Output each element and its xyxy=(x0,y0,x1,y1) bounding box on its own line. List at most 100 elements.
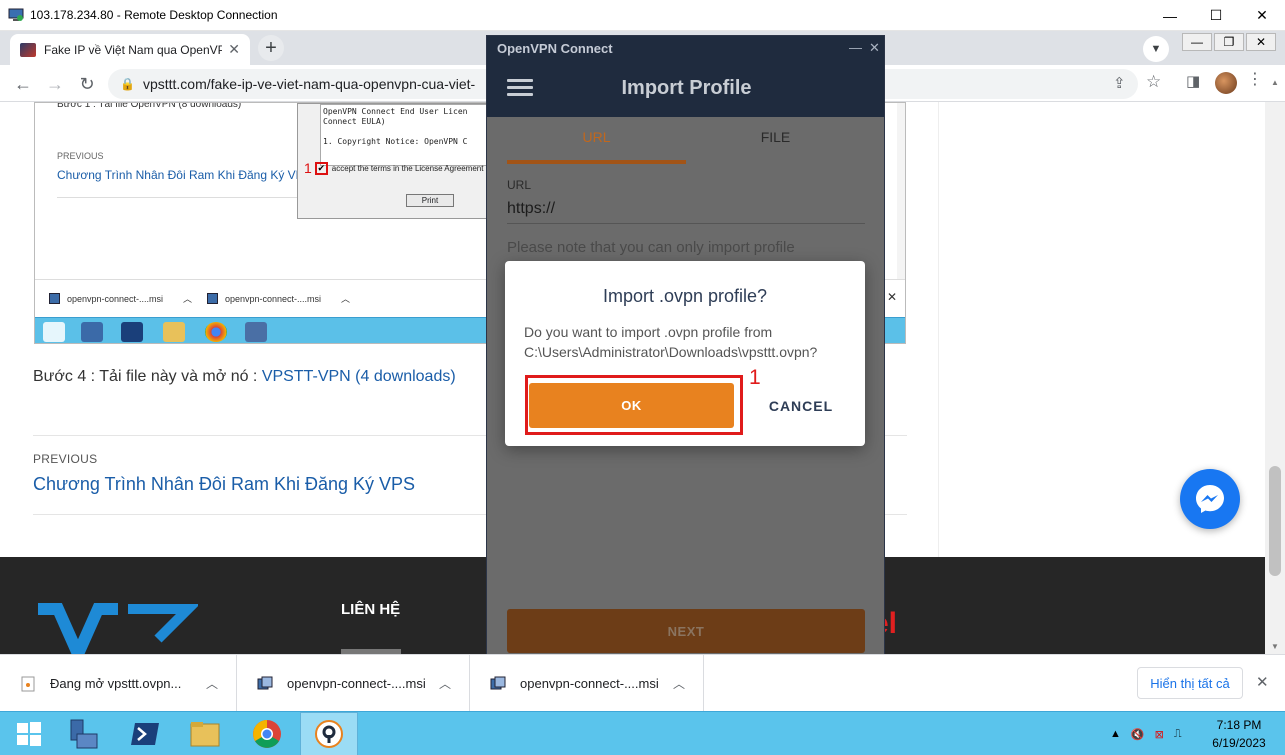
tray-overflow-icon[interactable]: ▲ xyxy=(1110,728,1121,740)
chevron-up-icon[interactable]: ︿ xyxy=(439,675,451,692)
clock-time: 7:18 PM xyxy=(1216,718,1262,732)
step4-download-link[interactable]: VPSTT-VPN (4 downloads) xyxy=(262,368,456,385)
openvpn-minimize-button[interactable]: — xyxy=(849,40,862,55)
browser-close-button[interactable]: ✕ xyxy=(1246,33,1276,51)
back-arrow-icon[interactable]: ← xyxy=(10,71,36,97)
screenshot-folder-icon xyxy=(163,322,185,342)
screenshot-accept-row: 1 ✔ accept the terms in the License Agre… xyxy=(304,160,483,176)
show-all-downloads-button[interactable]: Hiển thị tất cả xyxy=(1137,667,1243,699)
start-button[interactable] xyxy=(0,712,58,755)
chrome-icon xyxy=(253,720,281,748)
screenshot-start-icon xyxy=(43,322,65,342)
ok-button[interactable]: OK xyxy=(529,383,734,428)
active-tab-indicator xyxy=(507,160,686,164)
screenshot-prev-link: Chương Trình Nhân Đôi Ram Khi Đăng Ký VP… xyxy=(57,168,312,182)
tab-url[interactable]: URL xyxy=(507,129,686,145)
page-scrollbar[interactable]: ▲ ▼ xyxy=(1265,78,1285,654)
download-item[interactable]: openvpn-connect-....msi ︿ xyxy=(470,655,704,712)
forward-arrow-icon[interactable]: → xyxy=(42,71,68,97)
chevron-up-icon: ︿ xyxy=(183,294,193,304)
taskbar-server-manager[interactable] xyxy=(54,712,112,755)
chevron-up-icon[interactable]: ︿ xyxy=(206,675,218,692)
windows-logo-icon xyxy=(17,722,41,746)
scroll-down-arrow-icon[interactable]: ▼ xyxy=(1271,642,1279,651)
openvpn-tabs: URL FILE xyxy=(507,117,865,165)
screenshot-eula-text: OpenVPN Connect End User Licen Connect E… xyxy=(320,104,488,166)
rdp-close-button[interactable]: ✕ xyxy=(1239,0,1285,31)
tab-close-icon[interactable]: ✕ xyxy=(228,41,240,58)
url-input-underline xyxy=(507,223,865,224)
remote-desktop-icon xyxy=(8,8,24,21)
cancel-button[interactable]: CANCEL xyxy=(755,383,847,428)
screenshot-download-item: openvpn-connect-....msi ︿ xyxy=(49,292,192,305)
openvpn-heading: Import Profile xyxy=(621,77,752,99)
previous-label: PREVIOUS xyxy=(33,452,98,466)
screenshot-powershell-icon xyxy=(121,322,143,342)
download-shelf-close-icon[interactable]: ✕ xyxy=(1256,673,1269,691)
screenshot-print-button: Print xyxy=(406,194,454,207)
openvpn-icon xyxy=(315,720,343,748)
tab-title: Fake IP về Việt Nam qua OpenVPN xyxy=(44,42,223,57)
import-note-text: Please note that you can only import pro… xyxy=(507,239,795,256)
sidebar-divider xyxy=(938,102,939,557)
clock-date: 6/19/2023 xyxy=(1212,736,1266,750)
tab-search-chevron-icon[interactable]: ▼ xyxy=(1143,36,1169,62)
msi-installer-icon xyxy=(257,676,273,689)
side-panel-icon[interactable]: ◨ xyxy=(1186,72,1200,90)
profile-avatar[interactable] xyxy=(1215,72,1237,94)
ok-annotation-number: 1 xyxy=(749,366,761,389)
tab-file[interactable]: FILE xyxy=(686,129,865,145)
browser-minimize-button[interactable]: — xyxy=(1182,33,1212,51)
bookmark-star-icon[interactable]: ☆ xyxy=(1146,72,1161,92)
reload-icon[interactable]: ↻ xyxy=(74,71,100,97)
taskbar-chrome[interactable] xyxy=(238,712,296,755)
rdp-minimize-button[interactable]: — xyxy=(1147,0,1193,31)
screenshot-prev-label: PREVIOUS xyxy=(57,151,104,161)
windows-taskbar: ▲ 🔇 ⊠ ⎍ 7:18 PM 6/19/2023 xyxy=(0,711,1285,755)
tray-network-error-icon[interactable]: ⊠ xyxy=(1155,728,1164,741)
taskbar-openvpn[interactable] xyxy=(300,712,358,755)
new-tab-button[interactable]: + xyxy=(258,35,284,61)
site-logo-icon xyxy=(38,603,198,654)
msi-file-icon xyxy=(207,293,218,304)
url-input[interactable]: https:// xyxy=(507,200,555,218)
tray-network-icon[interactable]: ⎍ xyxy=(1174,728,1182,741)
openvpn-close-button[interactable]: ✕ xyxy=(869,40,880,56)
site-favicon-icon xyxy=(20,42,36,57)
openvpn-window-title: OpenVPN Connect xyxy=(497,41,613,56)
msi-installer-icon xyxy=(490,676,506,689)
rdp-window-title: 103.178.234.80 - Remote Desktop Connecti… xyxy=(30,8,278,22)
taskbar-file-explorer[interactable] xyxy=(176,712,234,755)
browser-tab[interactable]: Fake IP về Việt Nam qua OpenVPN ✕ xyxy=(10,34,250,65)
tray-volume-muted-icon[interactable]: 🔇 xyxy=(1131,728,1145,741)
chevron-up-icon: ︿ xyxy=(341,294,351,304)
dialog-message: Do you want to import .ovpn profile from… xyxy=(524,324,818,360)
server-manager-icon xyxy=(70,719,98,749)
share-icon[interactable]: ⇪ xyxy=(1113,74,1126,92)
messenger-chat-button[interactable] xyxy=(1180,469,1240,529)
browser-restore-button[interactable]: ❐ xyxy=(1214,33,1244,51)
rdp-maximize-button[interactable]: ☐ xyxy=(1193,0,1239,31)
next-button[interactable]: NEXT xyxy=(507,609,865,653)
taskbar-powershell[interactable] xyxy=(116,712,174,755)
screenshot-download-item: openvpn-connect-....msi ︿ xyxy=(207,292,350,305)
scrollbar-thumb[interactable] xyxy=(1269,466,1281,576)
screenshot-server-manager-icon xyxy=(81,322,103,342)
menu-kebab-icon[interactable]: ⋮ xyxy=(1247,69,1263,89)
url-text: vpsttt.com/fake-ip-ve-viet-nam-qua-openv… xyxy=(142,76,476,92)
screenshot-separator xyxy=(57,197,317,198)
chevron-up-icon[interactable]: ︿ xyxy=(673,675,685,692)
openvpn-header: Import Profile xyxy=(487,61,884,117)
messenger-icon xyxy=(1196,485,1224,513)
download-shelf: Đang mở vpsttt.ovpn... ︿ openvpn-connect… xyxy=(0,654,1285,712)
download-item[interactable]: openvpn-connect-....msi ︿ xyxy=(237,655,470,712)
screenshot-step-text: Bước 1 : Tải file OpenVPN (8 downloads) xyxy=(57,102,242,110)
system-tray: ▲ 🔇 ⊠ ⎍ xyxy=(1110,712,1192,755)
screenshot-annotation-number: 1 xyxy=(304,160,312,176)
scroll-up-arrow-icon[interactable]: ▲ xyxy=(1271,78,1279,87)
screenshot-shelf-close-icon: ✕ xyxy=(887,290,898,304)
openvpn-title-bar: OpenVPN Connect — ✕ xyxy=(487,36,884,61)
taskbar-clock[interactable]: 7:18 PM 6/19/2023 xyxy=(1200,716,1278,752)
download-item[interactable]: Đang mở vpsttt.ovpn... ︿ xyxy=(0,655,237,712)
previous-post-link[interactable]: Chương Trình Nhân Đôi Ram Khi Đăng Ký VP… xyxy=(33,474,415,495)
